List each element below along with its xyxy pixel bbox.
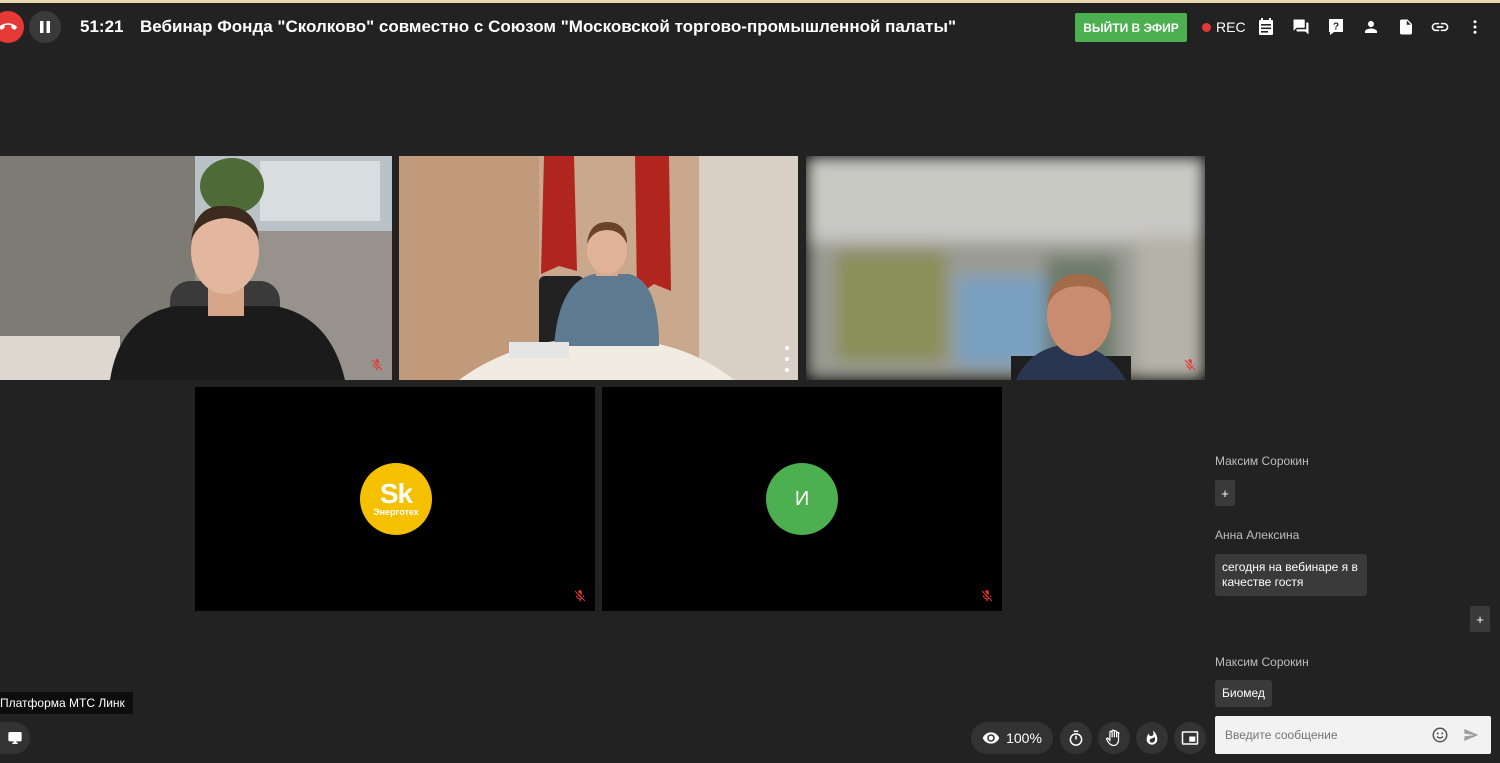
participants-icon (1365, 21, 1377, 33)
screen-share-button[interactable] (0, 722, 30, 754)
send-icon[interactable] (1463, 727, 1479, 743)
chat-message-bubble: Биомед (1215, 680, 1272, 707)
participant-video-3 (806, 156, 1205, 380)
video-tile-participant-2[interactable] (399, 156, 798, 380)
platform-tooltip: Платформа МТС Линк (0, 692, 133, 714)
layout-button[interactable] (1174, 722, 1206, 754)
rec-label: REC (1216, 19, 1246, 35)
chat-icon (1293, 19, 1309, 35)
mic-off-icon (371, 359, 383, 371)
stopwatch-icon (1069, 730, 1083, 746)
sk-energotech-logo: Sk Энерготех (360, 463, 432, 535)
monitor-icon (8, 732, 22, 744)
go-live-button[interactable]: ВЫЙТИ В ЭФИР (1075, 13, 1187, 42)
more-vert-icon (1473, 20, 1477, 34)
rec-dot-icon (1202, 22, 1211, 32)
picture-in-picture-icon (1181, 731, 1199, 745)
mic-off-icon (574, 590, 586, 602)
participant-video-2 (399, 156, 798, 380)
participants-button[interactable] (1360, 16, 1382, 38)
pause-icon (40, 21, 50, 33)
session-timer: 51:21 (80, 17, 124, 36)
hangup-icon (0, 23, 17, 30)
more-menu-button[interactable] (1464, 16, 1486, 38)
participant-video-1 (0, 156, 392, 380)
logo-sub-text: Энерготех (373, 507, 419, 517)
mic-off-icon (981, 590, 993, 602)
notes-button[interactable] (1255, 16, 1277, 38)
hand-icon (1105, 729, 1120, 747)
header-bar: 51:21 Вебинар Фонда "Сколково" совместно… (0, 3, 1500, 51)
zoom-percent: 100% (1006, 730, 1042, 746)
tile-options-icon[interactable] (784, 344, 790, 374)
chat-message-bubble: + (1215, 480, 1235, 506)
chat-message-author: Максим Сорокин (1215, 454, 1309, 468)
raise-hand-button[interactable] (1098, 722, 1130, 754)
document-icon (1400, 19, 1412, 35)
chat-message-input[interactable] (1215, 728, 1425, 742)
avatar-tile-participant-5[interactable]: И (602, 387, 1002, 611)
reactions-button[interactable] (1136, 722, 1168, 754)
avatar-initial: И (794, 487, 810, 510)
timer-button[interactable] (1060, 722, 1092, 754)
share-link-button[interactable] (1429, 16, 1451, 38)
chat-message-author: Анна Алексина (1215, 528, 1300, 542)
hangup-button[interactable] (0, 11, 24, 43)
files-button[interactable] (1395, 16, 1417, 38)
logo-main-text: Sk (379, 478, 413, 509)
flame-icon (1146, 730, 1158, 745)
notes-icon (1259, 18, 1273, 35)
avatar-tile-participant-4[interactable]: Sk Энерготех (195, 387, 595, 611)
chat-toggle-button[interactable] (1290, 16, 1312, 38)
emoji-icon[interactable] (1431, 726, 1449, 744)
participant-initial-avatar: И (766, 463, 838, 535)
chat-message-author: Максим Сорокин (1215, 655, 1309, 669)
svg-text:?: ? (1333, 22, 1339, 33)
chat-message-bubble-own: + (1470, 606, 1490, 632)
chat-message-bubble: сегодня на вебинаре я в качестве гостя (1215, 554, 1367, 596)
webinar-title: Вебинар Фонда "Сколково" совместно с Сою… (140, 17, 957, 36)
question-icon: ? (1329, 19, 1343, 35)
pause-button[interactable] (29, 11, 61, 43)
video-tile-participant-1[interactable] (0, 156, 392, 380)
link-icon (1431, 22, 1449, 32)
mic-off-icon (1184, 359, 1196, 371)
chat-input-box (1215, 716, 1491, 754)
video-tile-participant-3[interactable] (806, 156, 1205, 380)
view-zoom-button[interactable]: 100% (971, 722, 1053, 754)
eye-icon (982, 732, 1000, 744)
rec-indicator[interactable]: REC (1202, 19, 1246, 35)
questions-button[interactable]: ? (1325, 16, 1347, 38)
